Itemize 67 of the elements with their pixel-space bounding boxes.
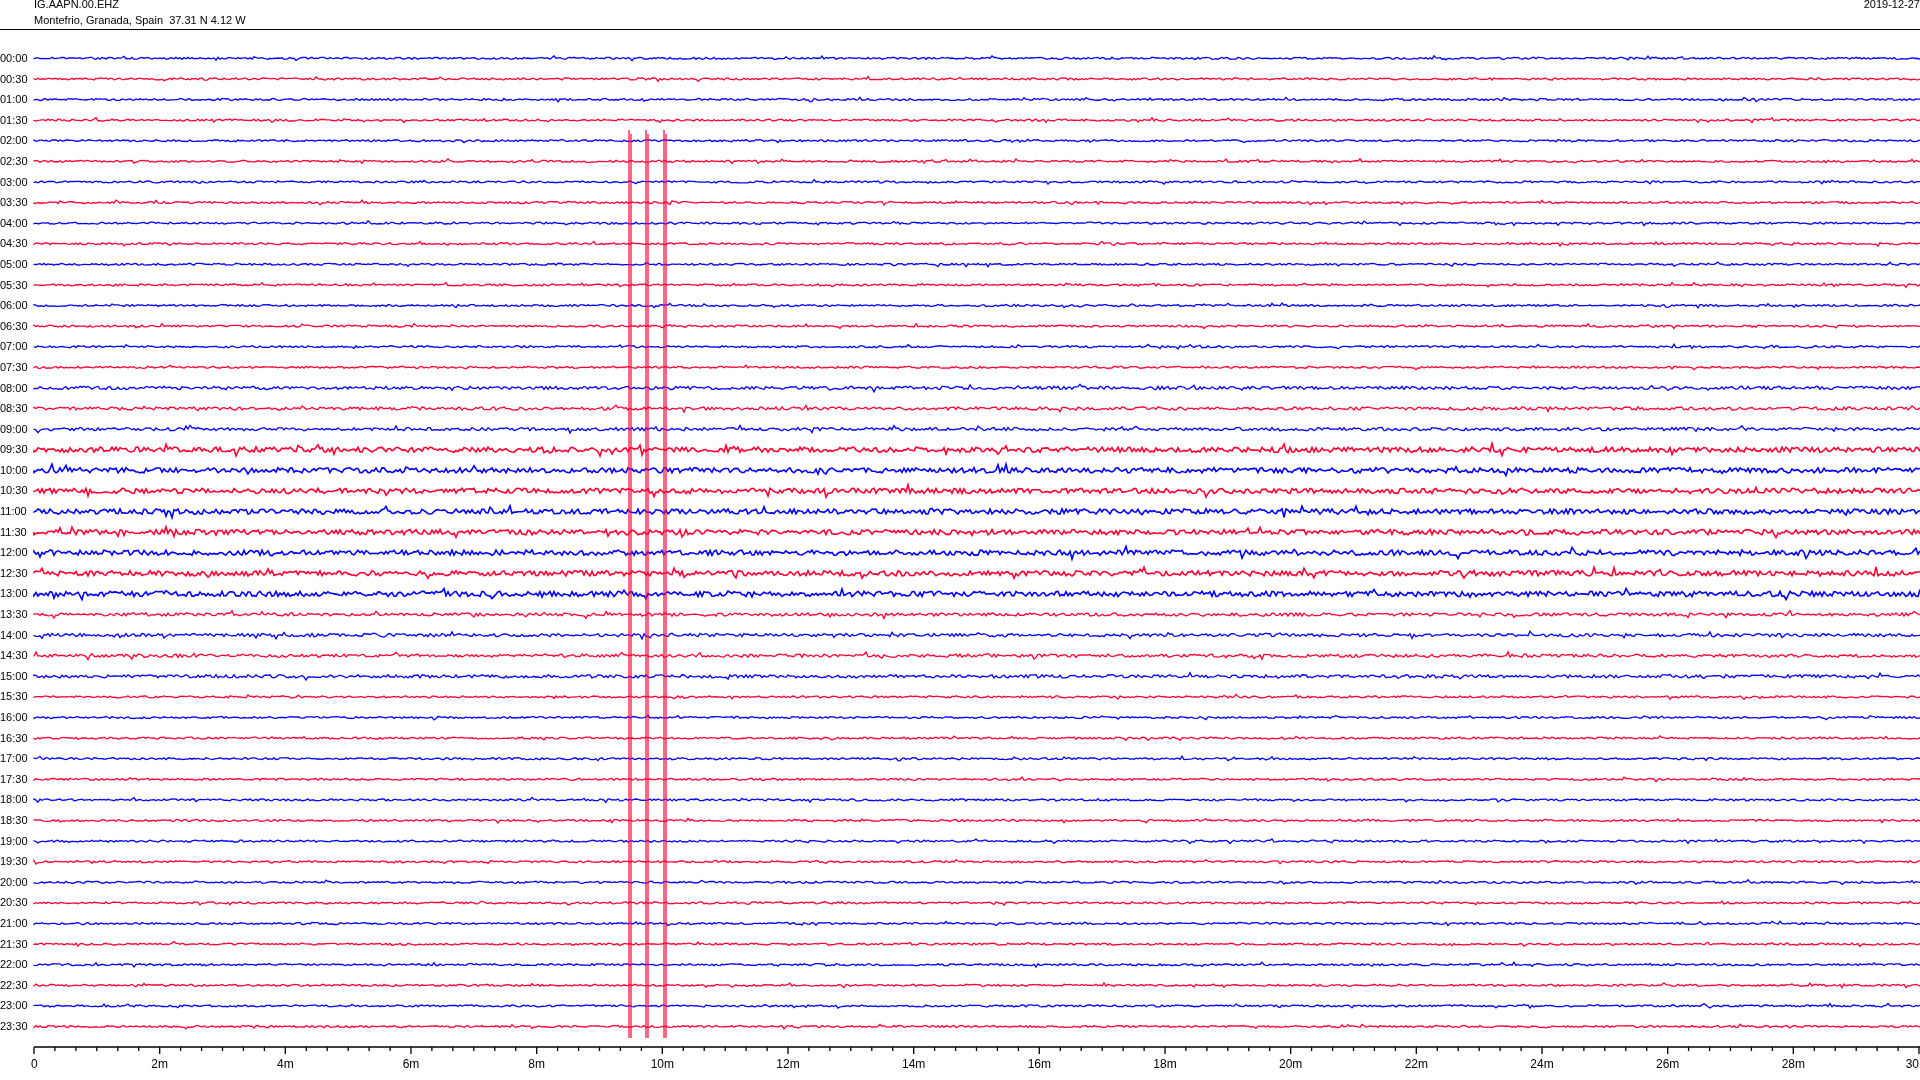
time-label: 07:30 bbox=[0, 359, 29, 375]
axis-label: 14m bbox=[902, 1057, 926, 1071]
axis-label: 28m bbox=[1781, 1057, 1805, 1071]
time-label: 02:30 bbox=[0, 153, 29, 169]
axis-label: 2m bbox=[151, 1057, 168, 1071]
time-label: 20:30 bbox=[0, 895, 29, 911]
time-label: 17:00 bbox=[0, 751, 29, 767]
time-label: 08:30 bbox=[0, 401, 29, 417]
axis-label: 6m bbox=[402, 1057, 420, 1071]
time-label: 12:30 bbox=[0, 565, 29, 581]
axis-label: 24m bbox=[1530, 1057, 1554, 1071]
axis-label: 18m bbox=[1153, 1057, 1177, 1071]
axis-label: 12m bbox=[776, 1057, 800, 1071]
time-label: 03:30 bbox=[0, 195, 29, 211]
time-label: 10:30 bbox=[0, 483, 29, 499]
date-label: 2019-12-27 bbox=[1863, 0, 1920, 11]
time-label: 11:00 bbox=[0, 504, 28, 520]
station-code: IG.AAPN.00.EHZ bbox=[34, 0, 119, 11]
time-label: 22:00 bbox=[0, 957, 29, 973]
time-label: 22:30 bbox=[0, 977, 29, 993]
time-label: 04:30 bbox=[0, 236, 29, 252]
axis-label: 10m bbox=[650, 1057, 674, 1071]
time-label: 02:00 bbox=[0, 133, 29, 149]
time-label: 16:30 bbox=[0, 730, 29, 746]
time-label: 20:00 bbox=[0, 874, 29, 890]
axis-label: 20m bbox=[1279, 1057, 1303, 1071]
axis-label: 16m bbox=[1027, 1057, 1051, 1071]
time-label: 12:00 bbox=[0, 545, 29, 561]
time-label: 08:00 bbox=[0, 380, 29, 396]
time-label: 21:30 bbox=[0, 936, 29, 952]
time-label: 09:00 bbox=[0, 421, 29, 437]
time-label: 03:00 bbox=[0, 174, 29, 190]
axis-label: 4m bbox=[277, 1057, 294, 1071]
time-label: 01:30 bbox=[0, 112, 29, 128]
time-label: 07:00 bbox=[0, 339, 29, 355]
time-label: 13:30 bbox=[0, 607, 29, 623]
time-label: 00:00 bbox=[0, 51, 29, 66]
time-label: 00:30 bbox=[0, 71, 29, 87]
time-label: 19:30 bbox=[0, 854, 29, 870]
station-location: Montefrio, Granada, Spain 37.31 N 4.12 W bbox=[34, 13, 246, 27]
time-label: 11:30 bbox=[0, 524, 28, 540]
time-label: 17:30 bbox=[0, 771, 29, 787]
time-label: 10:00 bbox=[0, 462, 29, 478]
time-label: 04:00 bbox=[0, 215, 29, 231]
time-label: 13:00 bbox=[0, 586, 29, 602]
time-label: 06:30 bbox=[0, 318, 29, 334]
time-label: 23:00 bbox=[0, 998, 29, 1014]
axis-label: 8m bbox=[528, 1057, 545, 1071]
axis-label: 22m bbox=[1404, 1057, 1428, 1071]
axis-label: 0 bbox=[31, 1057, 38, 1071]
time-label: 18:30 bbox=[0, 812, 29, 828]
time-label: 14:30 bbox=[0, 648, 29, 664]
time-label: 16:00 bbox=[0, 710, 29, 725]
time-label: 15:00 bbox=[0, 668, 29, 684]
time-label: 23:30 bbox=[0, 1018, 29, 1034]
time-label: 18:00 bbox=[0, 792, 29, 808]
time-label: 05:00 bbox=[0, 256, 29, 272]
time-label: 21:00 bbox=[0, 915, 29, 931]
time-label: 14:00 bbox=[0, 627, 29, 643]
time-label: 15:30 bbox=[0, 689, 29, 705]
time-label: 09:30 bbox=[0, 442, 29, 458]
time-label: 01:00 bbox=[0, 92, 29, 108]
time-label: 06:00 bbox=[0, 298, 29, 314]
axis-label: 30 bbox=[1905, 1057, 1919, 1071]
time-label: 19:00 bbox=[0, 833, 29, 849]
axis-label: 26m bbox=[1656, 1057, 1680, 1071]
time-label: 05:30 bbox=[0, 277, 29, 293]
